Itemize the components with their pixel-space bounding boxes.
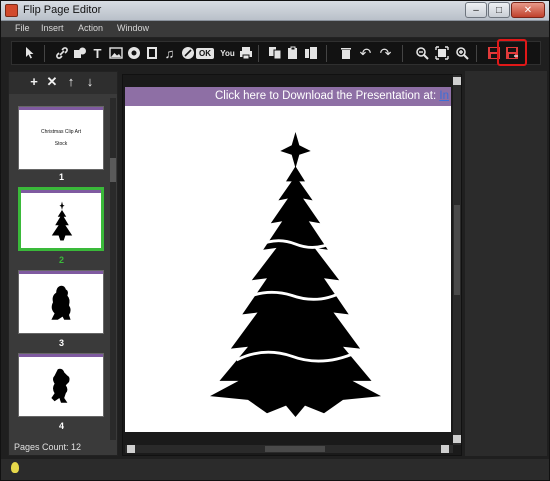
thumbnail-scrollbar[interactable] [110, 98, 116, 440]
align-icon[interactable] [303, 46, 318, 61]
page-thumbnail-1[interactable]: Christmas Clip Art Stock [18, 106, 104, 170]
app-window: Flip Page Editor – □ ✕ File Insert Actio… [0, 0, 550, 481]
thumbnail-number: 1 [58, 172, 64, 182]
thumbnail-number: 4 [58, 421, 64, 431]
download-banner[interactable]: Click here to Download the Presentation … [125, 87, 451, 106]
page-thumbnail-2[interactable] [18, 187, 104, 251]
thumbnail-list: Christmas Clip Art Stock 1 2 3 4 [14, 98, 109, 440]
canvas-vertical-scrollbar[interactable] [453, 75, 461, 445]
move-down-icon[interactable]: ↓ [83, 75, 97, 89]
button-tool[interactable]: OK [196, 48, 214, 59]
audio-icon[interactable]: ♫ [162, 46, 177, 61]
horizontal-scroll-thumb[interactable] [265, 446, 325, 452]
page-canvas-area: Click here to Download the Presentation … [122, 74, 462, 456]
thumbnail-text: Christmas Clip Art [40, 129, 81, 135]
banner-text: Click here to Download the Presentation … [215, 90, 440, 102]
fit-page-icon[interactable] [434, 46, 449, 61]
scroll-right-arrow[interactable] [441, 445, 449, 453]
redo-icon[interactable]: ↷ [378, 46, 393, 61]
page-thumbnail-3[interactable] [18, 270, 104, 334]
toolbar-separator [44, 45, 45, 62]
app-icon [5, 4, 18, 17]
youtube-icon[interactable] [180, 46, 195, 61]
image-icon[interactable] [108, 46, 123, 61]
delete-icon[interactable] [338, 46, 353, 61]
right-panel-area [465, 71, 547, 456]
menu-action[interactable]: Action [78, 23, 103, 33]
copy-icon[interactable] [267, 46, 282, 61]
text-icon[interactable]: T [90, 46, 105, 61]
video-icon[interactable] [144, 46, 159, 61]
youtube-label-icon[interactable]: You [220, 46, 235, 61]
canvas-horizontal-scrollbar[interactable] [125, 445, 453, 453]
add-page-icon[interactable]: + [27, 75, 41, 89]
bells-silhouette-thumbnail [51, 368, 70, 403]
select-tool-icon[interactable] [22, 46, 37, 61]
paste-icon[interactable] [285, 46, 300, 61]
toolbar-separator [326, 45, 327, 62]
thumbnail-scroll-grip[interactable] [110, 158, 116, 182]
menu-window[interactable]: Window [117, 23, 149, 33]
shape-icon[interactable] [72, 46, 87, 61]
editor-toolbar: T ♫ OK You ↶ ↷ [11, 41, 541, 65]
scroll-left-arrow[interactable] [127, 445, 135, 453]
link-icon[interactable] [54, 46, 69, 61]
window-controls: – □ ✕ [465, 2, 545, 18]
scroll-up-arrow[interactable] [453, 77, 461, 85]
christmas-tree-image[interactable] [198, 132, 393, 417]
thumbnail-number: 3 [58, 338, 64, 348]
maximize-button[interactable]: □ [488, 2, 510, 18]
menu-bar: File Insert Action Window [1, 21, 549, 38]
scroll-down-arrow[interactable] [453, 435, 461, 443]
pages-count: Pages Count: 12 [14, 442, 82, 452]
santa-silhouette-thumbnail [51, 285, 71, 320]
toolbar-separator [402, 45, 403, 62]
zoom-out-icon[interactable] [414, 46, 429, 61]
thumbnail-number-selected: 2 [58, 255, 64, 265]
lightbulb-icon[interactable] [11, 462, 19, 473]
tree-silhouette-thumbnail [51, 201, 73, 241]
toolbar-separator [258, 45, 259, 62]
undo-icon[interactable]: ↶ [358, 46, 373, 61]
page-thumbnail-panel: + ✕ ↑ ↓ Christmas Clip Art Stock 1 2 3 4… [8, 71, 118, 456]
vertical-scroll-thumb[interactable] [454, 205, 460, 295]
zoom-in-icon[interactable] [454, 46, 469, 61]
status-bar [1, 459, 549, 480]
close-button[interactable]: ✕ [511, 2, 545, 18]
flash-icon[interactable] [126, 46, 141, 61]
menu-insert[interactable]: Insert [41, 23, 64, 33]
banner-link[interactable]: In [439, 90, 449, 102]
title-bar: Flip Page Editor – □ ✕ [1, 1, 549, 21]
print-icon[interactable] [238, 46, 253, 61]
menu-file[interactable]: File [15, 23, 30, 33]
thumbnail-subtext: Stock [54, 141, 68, 147]
move-up-icon[interactable]: ↑ [64, 75, 78, 89]
page-thumbnail-4[interactable] [18, 353, 104, 417]
window-title: Flip Page Editor [23, 4, 102, 16]
delete-page-icon[interactable]: ✕ [45, 75, 59, 89]
toolbar-separator [476, 45, 477, 62]
save-exit-highlight [497, 39, 527, 66]
minimize-button[interactable]: – [465, 2, 487, 18]
page-canvas[interactable]: Click here to Download the Presentation … [125, 87, 451, 432]
thumbnail-toolbar: + ✕ ↑ ↓ [9, 72, 117, 94]
